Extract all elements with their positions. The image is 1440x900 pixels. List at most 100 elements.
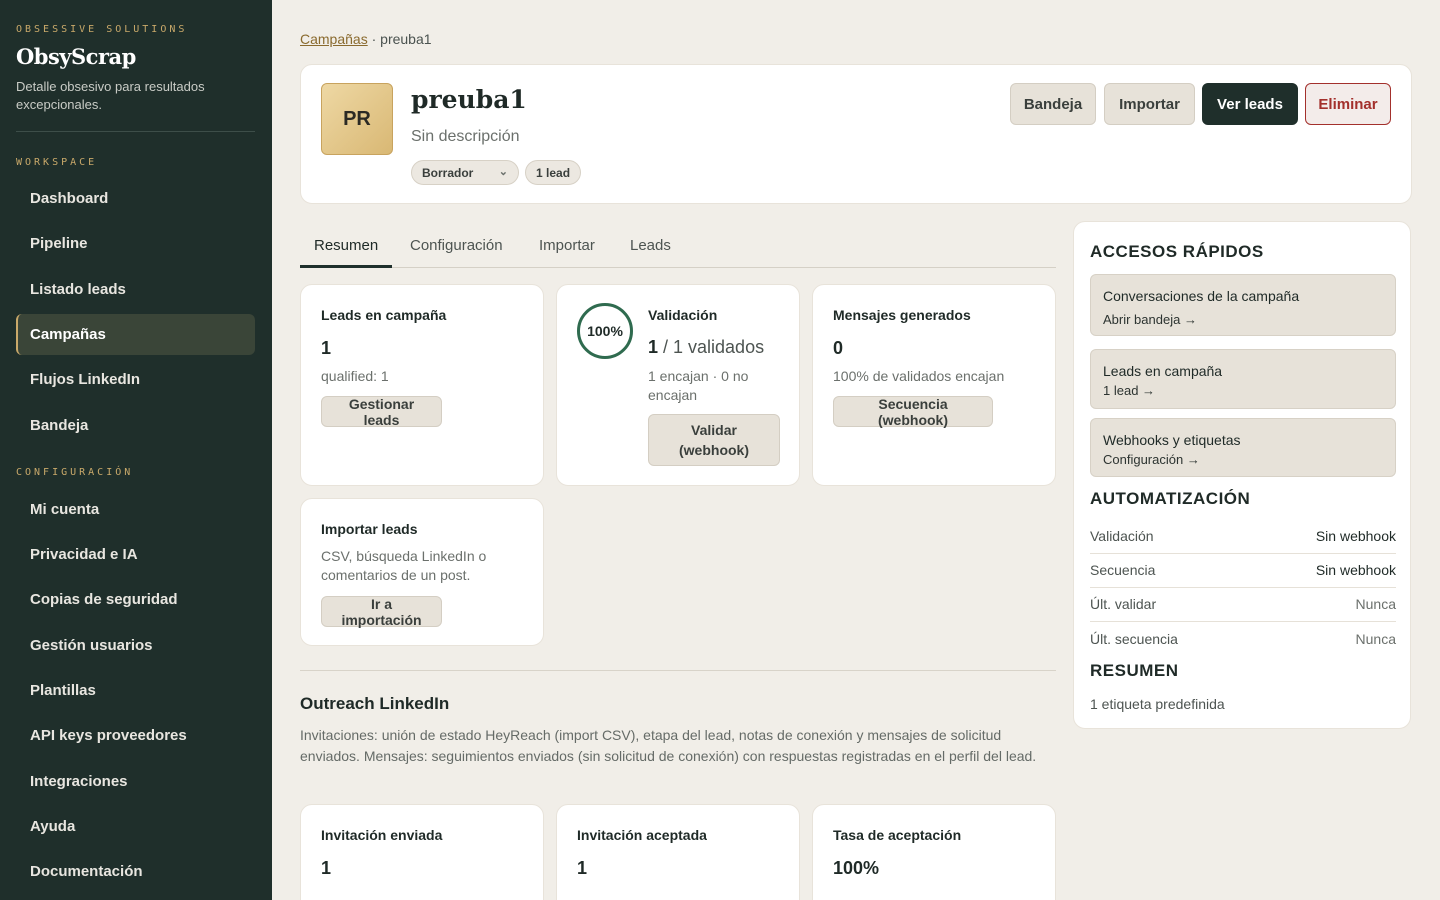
messages-stat-card: Mensajes generados 0 100% de validados e… <box>812 284 1056 486</box>
automation-row-last-validate: Últ. validar Nunca <box>1090 588 1396 622</box>
import-stat-card: Importar leads CSV, búsqueda LinkedIn o … <box>300 498 544 646</box>
outreach-description: Invitaciones: unión de estado HeyReach (… <box>300 727 1037 764</box>
validated-total: / 1 validados <box>658 337 765 357</box>
stat-subtext: 1 encajan · 0 no encajan <box>648 368 749 403</box>
sidebar-item-inbox[interactable]: Bandeja <box>16 405 255 446</box>
stat-title: Mensajes generados <box>833 307 971 323</box>
campaign-header: PR preuba1 Sin descripción Borrador ⌄ 1 … <box>300 64 1412 204</box>
view-leads-button[interactable]: Ver leads <box>1202 83 1298 125</box>
stat-title: Validación <box>648 307 718 323</box>
brand-tagline: Detalle obsesivo para resultados excepci… <box>16 79 205 112</box>
sidebar-item-dashboard[interactable]: Dashboard <box>16 178 255 219</box>
stat-subtext: qualified: 1 <box>321 368 389 384</box>
campaign-tabs: Resumen Configuración Importar Leads <box>300 226 1056 268</box>
automation-value: Nunca <box>1355 631 1396 647</box>
sidebar-item-privacy[interactable]: Privacidad e IA <box>16 534 255 575</box>
stat-title: Invitación aceptada <box>577 827 707 843</box>
automation-key: Validación <box>1090 528 1154 544</box>
campaign-avatar: PR <box>321 83 393 155</box>
go-to-import-button[interactable]: Ir a importación <box>321 596 442 628</box>
leads-stat-card: Leads en campaña 1 qualified: 1 Gestiona… <box>300 284 544 486</box>
quick-link-conversations[interactable]: Conversaciones de la campaña Abrir bande… <box>1090 274 1396 336</box>
sidebar-divider <box>16 131 255 132</box>
stat-value: 100% <box>833 858 880 878</box>
sidebar-item-help[interactable]: Ayuda <box>16 806 255 847</box>
invitation-sent-card: Invitación enviada 1 <box>300 804 544 900</box>
stat-title: Invitación enviada <box>321 827 443 843</box>
validate-webhook-button[interactable]: Validar (webhook) <box>648 414 780 466</box>
campaign-description: Sin descripción <box>411 128 520 145</box>
quick-link-sub: Abrir bandeja → <box>1103 312 1197 327</box>
automation-row-last-sequence: Últ. secuencia Nunca <box>1090 623 1396 657</box>
quick-link-webhooks[interactable]: Webhooks y etiquetas Configuración → <box>1090 418 1396 477</box>
sequence-webhook-button[interactable]: Secuencia (webhook) <box>833 396 993 428</box>
manage-leads-button[interactable]: Gestionar leads <box>321 396 442 428</box>
automation-key: Últ. validar <box>1090 596 1157 612</box>
nav-section-workspace: WORKSPACE <box>16 157 98 168</box>
stat-value: 1 <box>577 858 588 878</box>
page-title: preuba1 <box>411 85 527 114</box>
tab-import[interactable]: Importar <box>539 237 595 254</box>
stat-title: Importar leads <box>321 521 418 537</box>
automation-key: Últ. secuencia <box>1090 631 1178 647</box>
stat-value: 1 <box>321 858 332 878</box>
inbox-button[interactable]: Bandeja <box>1010 83 1096 125</box>
tab-summary[interactable]: Resumen <box>314 237 378 254</box>
acceptance-rate-card: Tasa de aceptación 100% <box>812 804 1056 900</box>
active-tab-indicator <box>300 265 392 268</box>
brand-logo[interactable]: ObsyScrap <box>16 44 136 69</box>
nav-section-config: CONFIGURACIÓN <box>16 467 134 478</box>
sidebar-item-pipeline[interactable]: Pipeline <box>16 223 255 264</box>
stat-title: Tasa de aceptación <box>833 827 962 843</box>
right-panel: ACCESOS RÁPIDOS Conversaciones de la cam… <box>1073 221 1411 729</box>
invitation-accepted-card: Invitación aceptada 1 <box>556 804 800 900</box>
validated-number: 1 <box>648 337 659 357</box>
brand-kicker: OBSESSIVE SOLUTIONS <box>16 24 188 35</box>
delete-button[interactable]: Eliminar <box>1305 83 1391 125</box>
breadcrumb: Campañas · preuba1 <box>300 31 432 47</box>
tab-configuration[interactable]: Configuración <box>410 237 503 254</box>
quick-link-leads[interactable]: Leads en campaña 1 lead → <box>1090 349 1396 409</box>
sidebar-item-users[interactable]: Gestión usuarios <box>16 625 255 666</box>
quick-access-heading: ACCESOS RÁPIDOS <box>1090 242 1264 261</box>
stat-value: 1 <box>321 338 332 358</box>
automation-row-sequence: Secuencia Sin webhook <box>1090 554 1396 588</box>
sidebar-item-backups[interactable]: Copias de seguridad <box>16 579 255 620</box>
tab-leads[interactable]: Leads <box>630 237 671 254</box>
validation-percent: 100% <box>587 323 623 339</box>
outreach-title: Outreach LinkedIn <box>300 694 450 713</box>
breadcrumb-current: preuba1 <box>380 31 432 47</box>
automation-key: Secuencia <box>1090 562 1156 578</box>
automation-value: Sin webhook <box>1315 528 1396 544</box>
validation-count: 1 / 1 validados <box>648 337 764 358</box>
stat-subtext: CSV, búsqueda LinkedIn o comentarios de … <box>321 548 487 583</box>
sidebar-item-account[interactable]: Mi cuenta <box>16 489 255 530</box>
stat-subtext: 100% de validados encajan <box>833 368 1005 384</box>
quick-link-title: Leads en campaña <box>1103 363 1223 379</box>
quick-link-title: Conversaciones de la campaña <box>1103 288 1300 304</box>
summary-heading: RESUMEN <box>1090 661 1179 680</box>
sidebar-item-api-keys[interactable]: API keys proveedores <box>16 715 255 756</box>
sidebar-item-leads-list[interactable]: Listado leads <box>16 269 255 310</box>
section-divider <box>300 670 1056 671</box>
sidebar: OBSESSIVE SOLUTIONS ObsyScrap Detalle ob… <box>0 0 272 900</box>
automation-heading: AUTOMATIZACIÓN <box>1090 489 1251 508</box>
sidebar-item-templates[interactable]: Plantillas <box>16 670 255 711</box>
stat-value: 0 <box>833 338 844 358</box>
status-select[interactable]: Borrador ⌄ <box>411 160 519 185</box>
quick-link-sub: 1 lead → <box>1103 383 1156 398</box>
automation-row-validation: Validación Sin webhook <box>1090 520 1396 554</box>
automation-value: Nunca <box>1355 596 1396 612</box>
sidebar-item-linkedin-flows[interactable]: Flujos LinkedIn <box>16 359 255 400</box>
stat-title: Leads en campaña <box>321 307 447 323</box>
sidebar-item-integrations[interactable]: Integraciones <box>16 761 255 802</box>
sidebar-item-docs[interactable]: Documentación <box>16 851 255 892</box>
sidebar-item-campaigns[interactable]: Campañas <box>16 314 255 355</box>
lead-count-badge: 1 lead <box>525 160 582 185</box>
quick-link-title: Webhooks y etiquetas <box>1103 432 1241 448</box>
breadcrumb-link-campaigns[interactable]: Campañas <box>300 31 368 47</box>
automation-value: Sin webhook <box>1315 562 1396 578</box>
import-button[interactable]: Importar <box>1104 83 1195 125</box>
status-select-value: Borrador <box>422 165 474 180</box>
validation-stat-card: 100% Validación 1 / 1 validados 1 encaja… <box>556 284 800 486</box>
